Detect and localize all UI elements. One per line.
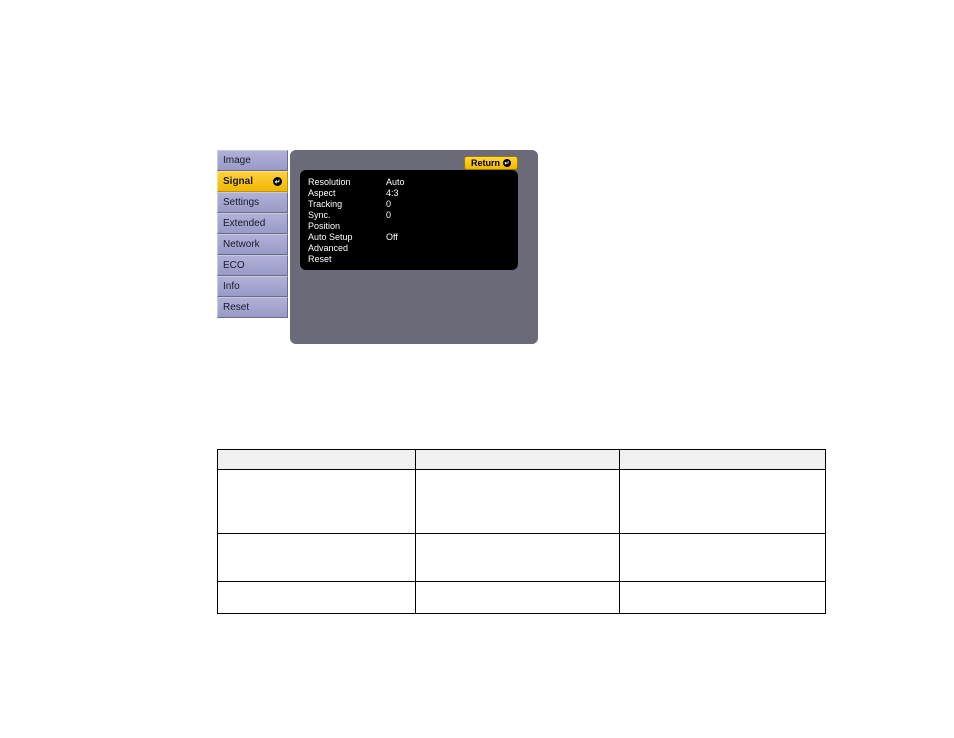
panel-row-resolution[interactable]: Resolution Auto: [308, 176, 510, 187]
sidebar-item-network[interactable]: Network: [217, 234, 288, 255]
sidebar-item-label: Extended: [223, 218, 265, 229]
panel-row-label: Advanced: [308, 243, 386, 253]
sidebar-item-label: Image: [223, 155, 251, 166]
table-cell: [218, 582, 416, 614]
panel-row-label: Position: [308, 221, 386, 231]
return-label: Return: [471, 158, 500, 168]
panel-content: Resolution Auto Aspect 4:3 Tracking 0 Sy…: [300, 170, 518, 270]
document-table: [217, 449, 826, 614]
sidebar-item-label: Settings: [223, 197, 259, 208]
panel-row-label: Reset: [308, 254, 386, 264]
table-header-cell: [620, 450, 826, 470]
settings-panel: Return ↵ Resolution Auto Aspect 4:3 Trac…: [290, 150, 538, 344]
sidebar-item-eco[interactable]: ECO: [217, 255, 288, 276]
sidebar-item-info[interactable]: Info: [217, 276, 288, 297]
panel-row-position[interactable]: Position: [308, 220, 510, 231]
sidebar-item-label: Network: [223, 239, 260, 250]
panel-row-value: 0: [386, 199, 510, 209]
panel-row-label: Auto Setup: [308, 232, 386, 242]
sidebar-item-label: ECO: [223, 260, 245, 271]
panel-row-advanced[interactable]: Advanced: [308, 242, 510, 253]
panel-row-value: Off: [386, 232, 510, 242]
sidebar-item-label: Signal: [223, 176, 253, 187]
table-cell: [620, 582, 826, 614]
table-cell: [415, 470, 620, 534]
sidebar-item-image[interactable]: Image: [217, 150, 288, 171]
table-cell: [620, 534, 826, 582]
panel-row-autosetup[interactable]: Auto Setup Off: [308, 231, 510, 242]
sidebar-item-label: Reset: [223, 302, 249, 313]
panel-row-label: Sync.: [308, 210, 386, 220]
panel-row-value: 4:3: [386, 188, 510, 198]
table-header-row: [218, 450, 826, 470]
table-cell: [218, 534, 416, 582]
enter-icon: ↵: [503, 159, 511, 167]
enter-icon: ↵: [273, 177, 282, 186]
table-row: [218, 534, 826, 582]
sidebar: Image Signal ↵ Settings Extended Network…: [217, 150, 288, 344]
panel-row-label: Resolution: [308, 177, 386, 187]
sidebar-item-extended[interactable]: Extended: [217, 213, 288, 234]
table-header-cell: [218, 450, 416, 470]
sidebar-item-signal[interactable]: Signal ↵: [217, 171, 288, 192]
osd-menu: Image Signal ↵ Settings Extended Network…: [217, 150, 538, 344]
return-button[interactable]: Return ↵: [464, 156, 518, 170]
table-cell: [415, 534, 620, 582]
table-header-cell: [415, 450, 620, 470]
panel-row-value: Auto: [386, 177, 510, 187]
sidebar-item-reset[interactable]: Reset: [217, 297, 288, 318]
sidebar-item-label: Info: [223, 281, 240, 292]
panel-row-label: Aspect: [308, 188, 386, 198]
table-row: [218, 470, 826, 534]
panel-row-sync[interactable]: Sync. 0: [308, 209, 510, 220]
table-cell: [415, 582, 620, 614]
panel-row-label: Tracking: [308, 199, 386, 209]
table-cell: [620, 470, 826, 534]
sidebar-item-settings[interactable]: Settings: [217, 192, 288, 213]
panel-row-reset[interactable]: Reset: [308, 253, 510, 264]
panel-row-aspect[interactable]: Aspect 4:3: [308, 187, 510, 198]
table-cell: [218, 470, 416, 534]
panel-row-value: 0: [386, 210, 510, 220]
panel-row-tracking[interactable]: Tracking 0: [308, 198, 510, 209]
table-row: [218, 582, 826, 614]
